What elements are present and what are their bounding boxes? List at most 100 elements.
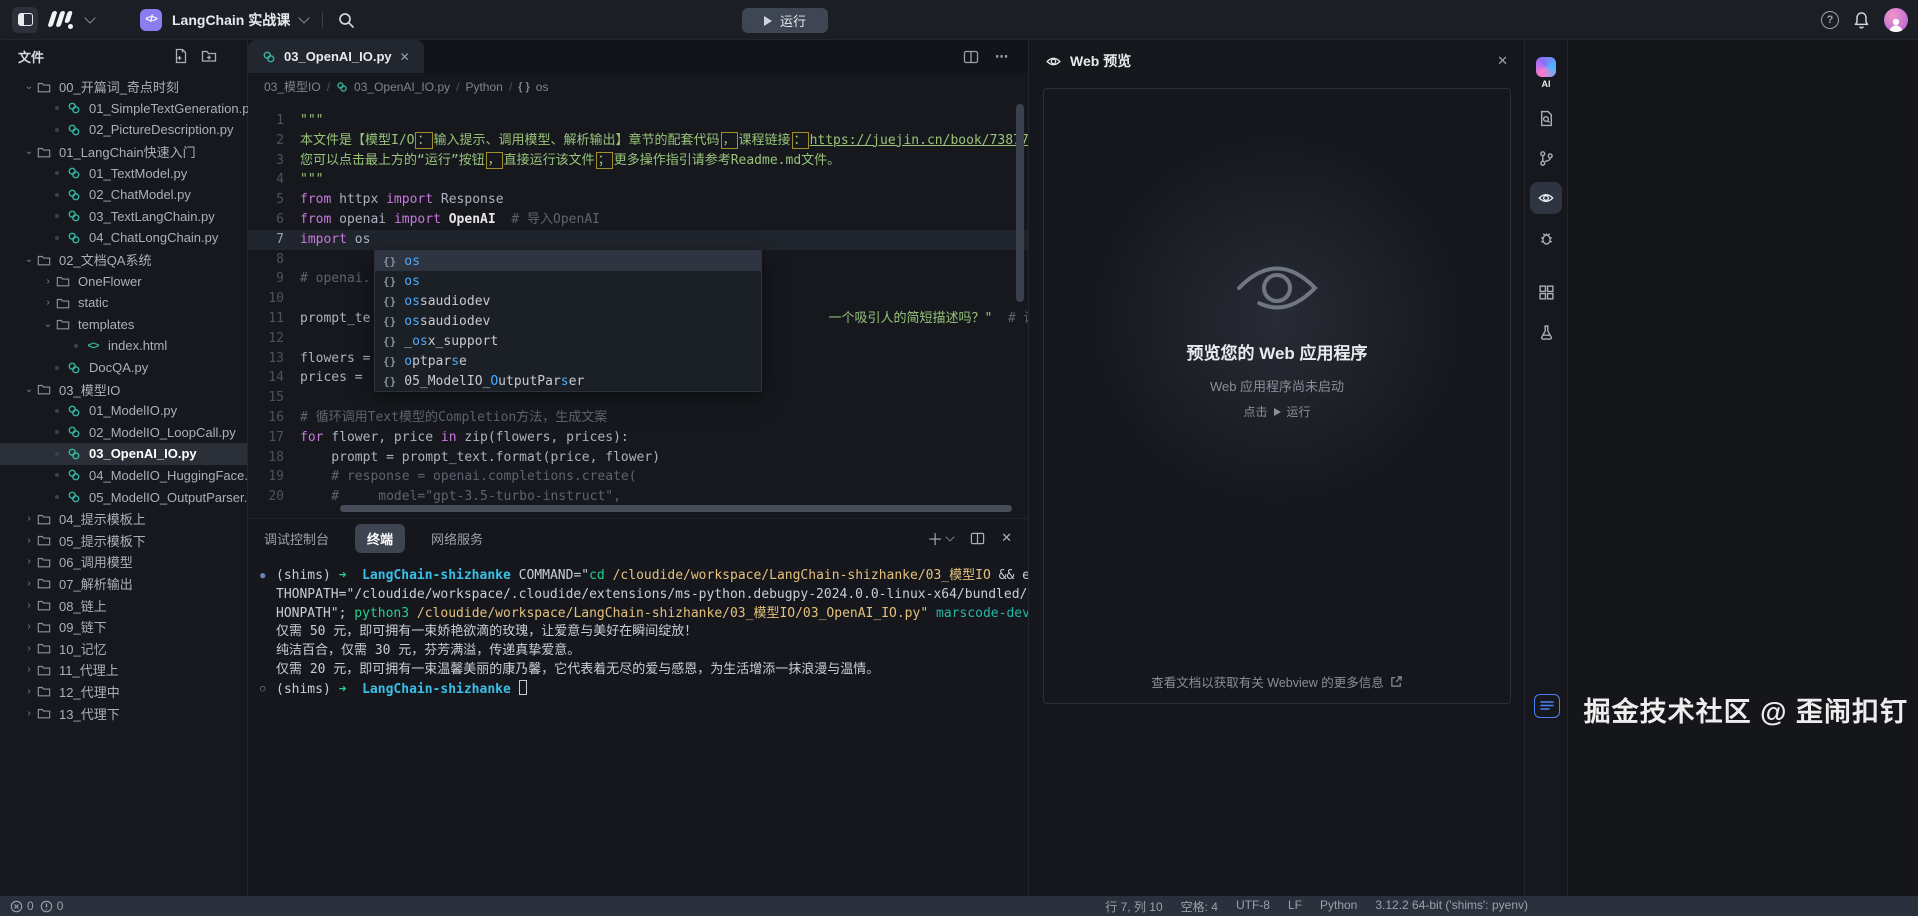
tree-item-05_ModelIO_OutputParser.py[interactable]: 05_ModelIO_OutputParser.py [0, 486, 247, 508]
help-icon[interactable]: ? [1821, 11, 1839, 29]
tree-item-03_模型IO[interactable]: ⌄03_模型IO [0, 378, 247, 400]
tree-item-index.html[interactable]: <>index.html [0, 335, 247, 357]
marscode-logo-icon[interactable] [48, 9, 76, 31]
tree-item-00_开篇词_奇点时刻[interactable]: ⌄00_开篇词_奇点时刻 [0, 76, 247, 98]
more-actions-icon[interactable]: ⋯ [995, 49, 1010, 65]
tree-item-05_提示模板下[interactable]: ›05_提示模板下 [0, 529, 247, 551]
tree-item-DocQA.py[interactable]: DocQA.py [0, 357, 247, 379]
ai-assistant-button[interactable]: AI [1530, 52, 1562, 94]
webview-doc-link[interactable]: 查看文档以获取有关 Webview 的更多信息 [1044, 672, 1510, 691]
tree-item-01_TextModel.py[interactable]: 01_TextModel.py [0, 162, 247, 184]
suggest-item[interactable]: {}ossaudiodev [375, 291, 761, 311]
tree-item-01_SimpleTextGeneration.py[interactable]: 01_SimpleTextGeneration.py [0, 98, 247, 120]
test-beaker-icon[interactable] [1530, 316, 1562, 348]
tab-network-service[interactable]: 网络服务 [431, 529, 483, 548]
new-terminal-icon[interactable]: ＋ [927, 526, 943, 550]
chevron-right-icon[interactable]: › [22, 708, 36, 719]
code-editor[interactable]: 1"""2本文件是【模型I/O：输入提示、调用模型、解析输出】章节的配套代码，课… [248, 100, 1028, 518]
search-icon[interactable] [337, 11, 355, 29]
new-folder-icon[interactable] [201, 48, 217, 64]
sidebar-toggle-button[interactable] [12, 7, 38, 33]
chevron-right-icon[interactable]: › [22, 535, 36, 546]
chevron-down-icon[interactable]: ⌄ [22, 254, 36, 265]
status-item[interactable]: Python [1320, 898, 1357, 915]
status-item[interactable]: 行 7, 列 10 [1105, 898, 1162, 915]
tab-03-openai-io[interactable]: 03_OpenAI_IO.py ✕ [248, 40, 424, 73]
extensions-icon[interactable] [1530, 276, 1562, 308]
problems-warnings[interactable]: 0 [40, 899, 64, 913]
tree-item-11_代理上[interactable]: ›11_代理上 [0, 659, 247, 681]
new-file-icon[interactable] [173, 48, 189, 64]
debug-icon[interactable] [1530, 222, 1562, 254]
chevron-right-icon[interactable]: › [22, 556, 36, 567]
tree-item-13_代理下[interactable]: ›13_代理下 [0, 702, 247, 724]
tree-item-04_ModelIO_HuggingFace.py[interactable]: 04_ModelIO_HuggingFace.py [0, 465, 247, 487]
tab-close-icon[interactable]: ✕ [400, 50, 410, 64]
tree-item-02_文档QA系统[interactable]: ⌄02_文档QA系统 [0, 249, 247, 271]
chevron-right-icon[interactable]: › [22, 578, 36, 589]
chevron-down-icon[interactable]: ⌄ [22, 81, 36, 92]
logo-chevron-down-icon[interactable] [84, 12, 95, 23]
suggest-item[interactable]: {}_osx_support [375, 331, 761, 351]
tree-item-12_代理中[interactable]: ›12_代理中 [0, 681, 247, 703]
suggest-item[interactable]: {}os [375, 271, 761, 291]
user-avatar[interactable] [1884, 8, 1908, 32]
vertical-scrollbar[interactable] [1016, 104, 1024, 302]
suggest-item[interactable]: {}05_ModelIO_OutputParser [375, 371, 761, 391]
tree-item-06_调用模型[interactable]: ›06_调用模型 [0, 551, 247, 573]
chevron-right-icon[interactable]: › [41, 297, 55, 308]
breadcrumb-symbol[interactable]: os [536, 80, 549, 94]
chevron-right-icon[interactable]: › [22, 621, 36, 632]
file-search-icon[interactable] [1530, 102, 1562, 134]
tree-item-07_解析输出[interactable]: ›07_解析输出 [0, 573, 247, 595]
tree-item-02_ChatModel.py[interactable]: 02_ChatModel.py [0, 184, 247, 206]
bell-icon[interactable] [1853, 11, 1870, 29]
suggest-item[interactable]: {}ossaudiodev [375, 311, 761, 331]
chevron-right-icon[interactable]: › [22, 643, 36, 654]
chevron-right-icon[interactable]: › [22, 686, 36, 697]
suggest-item[interactable]: {}optparse [375, 351, 761, 371]
tree-item-02_PictureDescription.py[interactable]: 02_PictureDescription.py [0, 119, 247, 141]
tree-item-04_ChatLongChain.py[interactable]: 04_ChatLongChain.py [0, 227, 247, 249]
tree-item-09_链下[interactable]: ›09_链下 [0, 616, 247, 638]
chevron-down-icon[interactable]: ⌄ [22, 384, 36, 395]
tree-item-03_TextLangChain.py[interactable]: 03_TextLangChain.py [0, 206, 247, 228]
terminal-content[interactable]: ●(shims) ➜ LangChain-shizhanke COMMAND="… [248, 557, 1028, 700]
problems-errors[interactable]: 0 [10, 899, 34, 913]
breadcrumb-folder[interactable]: 03_模型IO [264, 78, 321, 95]
close-panel-icon[interactable]: ✕ [1001, 530, 1012, 546]
tab-debug-console[interactable]: 调试控制台 [264, 529, 329, 548]
horizontal-scrollbar[interactable] [340, 505, 1012, 512]
project-title[interactable]: LangChain 实战课 [172, 10, 290, 30]
tab-terminal[interactable]: 终端 [355, 524, 405, 553]
web-preview-activity-icon[interactable] [1530, 182, 1562, 214]
chevron-right-icon[interactable]: › [22, 600, 36, 611]
tree-item-templates[interactable]: ⌄templates [0, 314, 247, 336]
notebook-icon[interactable] [1534, 694, 1560, 718]
chevron-right-icon[interactable]: › [22, 664, 36, 675]
tree-item-01_LangChain快速入门[interactable]: ⌄01_LangChain快速入门 [0, 141, 247, 163]
status-item[interactable]: LF [1288, 898, 1302, 915]
tree-item-01_ModelIO.py[interactable]: 01_ModelIO.py [0, 400, 247, 422]
chevron-right-icon[interactable]: › [22, 513, 36, 524]
tree-item-04_提示模板上[interactable]: ›04_提示模板上 [0, 508, 247, 530]
breadcrumb-lang[interactable]: Python [465, 80, 502, 94]
terminal-dropdown-icon[interactable] [946, 532, 955, 541]
breadcrumb-file[interactable]: 03_OpenAI_IO.py [354, 80, 450, 94]
tree-item-02_ModelIO_LoopCall.py[interactable]: 02_ModelIO_LoopCall.py [0, 422, 247, 444]
tree-item-static[interactable]: ›static [0, 292, 247, 314]
tree-item-10_记忆[interactable]: ›10_记忆 [0, 637, 247, 659]
status-item[interactable]: UTF-8 [1236, 898, 1270, 915]
project-chevron-down-icon[interactable] [299, 12, 310, 23]
chevron-right-icon[interactable]: › [41, 276, 55, 287]
status-item[interactable]: 3.12.2 64-bit ('shims': pyenv) [1375, 898, 1528, 915]
close-preview-icon[interactable]: ✕ [1497, 53, 1508, 69]
split-editor-icon[interactable] [963, 49, 979, 65]
tree-item-OneFlower[interactable]: ›OneFlower [0, 270, 247, 292]
run-button[interactable]: 运行 [742, 8, 828, 33]
split-terminal-icon[interactable] [970, 531, 985, 546]
chevron-down-icon[interactable]: ⌄ [41, 319, 55, 330]
suggest-item[interactable]: {}os [375, 251, 761, 271]
source-control-icon[interactable] [1530, 142, 1562, 174]
status-item[interactable]: 空格: 4 [1181, 898, 1218, 915]
